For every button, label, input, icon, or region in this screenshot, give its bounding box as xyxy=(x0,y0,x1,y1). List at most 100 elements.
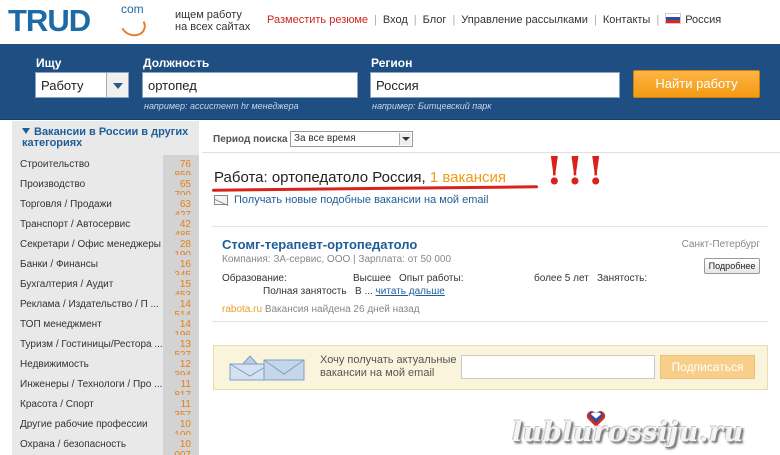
category-count: 12 394 xyxy=(163,355,199,381)
category-name[interactable]: Охрана / безопасность xyxy=(20,439,126,450)
category-count: 13 527 xyxy=(163,335,199,361)
nav-separator: | xyxy=(452,14,456,26)
exclamation-annotation: !!! xyxy=(546,148,609,193)
sidebar-title-text: Вакансии в России в других категориях xyxy=(22,126,189,149)
chevron-down-icon[interactable] xyxy=(106,73,128,97)
nav-mailing-management[interactable]: Управление рассылками xyxy=(461,14,588,26)
subscribe-similar-link[interactable]: Получать новые подобные вакансии на мой … xyxy=(234,194,488,206)
sidebar-title[interactable]: Вакансии в России в других категориях xyxy=(12,121,199,153)
period-select[interactable]: За все время xyxy=(290,131,413,147)
experience-value: более 5 лет xyxy=(534,273,589,284)
vacancy-source-row: rabota.ru Вакансия найдена 26 дней назад xyxy=(222,304,420,315)
sidebar-category-item[interactable]: Охрана / безопасность 10 007 xyxy=(12,435,199,455)
email-input[interactable] xyxy=(461,355,655,379)
watermark: lublurossiju.ru xyxy=(512,417,744,448)
region-hint: например: Битцевский парк xyxy=(372,101,492,111)
sidebar-category-item[interactable]: Туризм / Гостиницы/Рестора ...13 527 xyxy=(12,335,199,361)
subscribe-text-line-1: Хочу получать актуальные xyxy=(320,354,457,366)
chevron-down-icon[interactable] xyxy=(399,133,411,145)
sidebar-category-item[interactable]: Недвижимость 12 394 xyxy=(12,355,199,381)
tagline-line-2: на всех сайтах xyxy=(175,21,251,33)
nav-contacts[interactable]: Контакты xyxy=(603,14,651,26)
category-name[interactable]: Недвижимость xyxy=(20,359,89,370)
category-name[interactable]: Другие рабочие профессии xyxy=(20,419,148,430)
category-count: 10 007 xyxy=(163,435,199,455)
sidebar-category-item[interactable]: Реклама / Издательство / П ... 14 514 xyxy=(12,295,199,321)
category-count: 63 427 xyxy=(163,195,199,221)
period-label: Период поиска xyxy=(213,134,288,145)
what-label: Ищу xyxy=(36,56,62,70)
envelope-icon xyxy=(263,359,305,381)
category-name[interactable]: Транспорт / Автосервис xyxy=(20,219,130,230)
category-name[interactable]: Красота / Спорт xyxy=(20,399,94,410)
found-date: Вакансия найдена 26 дней назад xyxy=(264,304,420,315)
category-name[interactable]: Инженеры / Технологи / Про ... xyxy=(20,379,162,390)
sidebar-category-item[interactable]: Банки / Финансы 16 345 xyxy=(12,255,199,281)
category-name[interactable]: Производство xyxy=(20,179,85,190)
nav-separator: | xyxy=(656,14,660,26)
category-count: 28 190 xyxy=(163,235,199,261)
nav-separator: | xyxy=(413,14,417,26)
results-heading: Работа: ортопедатоло Россия, 1 вакансия xyxy=(214,169,506,186)
sidebar-category-item[interactable]: Другие рабочие профессии 10 100 xyxy=(12,415,199,441)
nav-post-resume[interactable]: Разместить резюме xyxy=(267,14,368,26)
position-hint: например: ассистент hr менеджера xyxy=(144,101,299,111)
sidebar-category-item[interactable]: Торговля / Продажи 63 427 xyxy=(12,195,199,221)
education-label: Образование: xyxy=(222,273,287,284)
category-name[interactable]: Торговля / Продажи xyxy=(20,199,112,210)
vacancy-city: Санкт-Петербург xyxy=(681,239,760,250)
region-input[interactable]: Россия xyxy=(370,72,620,98)
category-name[interactable]: Секретари / Офис менеджеры xyxy=(20,239,161,250)
nav-separator: | xyxy=(374,14,377,26)
results-query: ортопедатоло Россия, xyxy=(271,169,430,186)
results-prefix: Работа: xyxy=(214,169,272,186)
divider xyxy=(202,152,780,153)
details-button[interactable]: Подробнее xyxy=(704,258,760,274)
sidebar-category-item[interactable]: Секретари / Офис менеджеры28 190 xyxy=(12,235,199,261)
experience-label: Опыт работы: xyxy=(399,273,464,284)
position-input[interactable]: ортопед xyxy=(142,72,358,98)
category-name[interactable]: Банки / Финансы xyxy=(20,259,98,270)
category-name[interactable]: Реклама / Издательство / П ... xyxy=(20,299,159,310)
vacancy-card: Стомг-терапевт-ортопедатоло Санкт-Петерб… xyxy=(212,226,768,322)
triangle-down-icon xyxy=(22,128,30,134)
region-label: Регион xyxy=(371,56,413,70)
what-select[interactable]: Работу xyxy=(35,72,129,98)
subscribe-text-line-2: вакансии на мой email xyxy=(320,367,435,379)
category-name[interactable]: ТОП менеджмент xyxy=(20,319,102,330)
nav-login[interactable]: Вход xyxy=(383,14,408,26)
email-subscribe-box: Хочу получать актуальные вакансии на мой… xyxy=(213,345,768,390)
nav-blog[interactable]: Блог xyxy=(423,14,447,26)
sidebar-category-item[interactable]: Производство 65 700 xyxy=(12,175,199,201)
sidebar-category-item[interactable]: Бухгалтерия / Аудит 15 453 xyxy=(12,275,199,301)
vacancy-company-salary: Компания: ЗА-сервис, ООО | Зарплата: от … xyxy=(222,254,452,265)
sidebar-category-item[interactable]: Транспорт / Автосервис 42 485 xyxy=(12,215,199,241)
category-count: 11 357 xyxy=(163,395,199,421)
category-name[interactable]: Бухгалтерия / Аудит xyxy=(20,279,113,290)
sidebar-category-item[interactable]: Инженеры / Технологи / Про ...11 817 xyxy=(12,375,199,401)
category-count: 65 700 xyxy=(163,175,199,201)
category-name[interactable]: Строительство xyxy=(20,159,90,170)
find-job-button[interactable]: Найти работу xyxy=(633,70,760,98)
vacancy-title-link[interactable]: Стомг-терапевт-ортопедатоло xyxy=(222,237,417,252)
category-name[interactable]: Туризм / Гостиницы/Рестора ... xyxy=(20,339,163,350)
period-select-value: За все время xyxy=(294,133,356,144)
results-count: 1 вакансия xyxy=(429,169,506,186)
sidebar-category-item[interactable]: ТОП менеджмент 14 196 xyxy=(12,315,199,341)
russia-flag-icon xyxy=(665,13,682,24)
category-count: 42 485 xyxy=(163,215,199,241)
search-panel: Ищу Работу Должность ортопед например: а… xyxy=(0,44,780,120)
read-more-link[interactable]: читать дальше xyxy=(376,286,445,297)
category-sidebar: Вакансии в России в других категориях Ст… xyxy=(12,121,199,455)
category-count: 16 345 xyxy=(163,255,199,281)
vacancy-snippet: В ... читать дальше xyxy=(355,286,445,297)
logo-suffix: com xyxy=(121,2,144,16)
employment-value: Полная занятость xyxy=(263,286,347,297)
sidebar-category-item[interactable]: Красота / Спорт 11 357 xyxy=(12,395,199,421)
subscribe-button[interactable]: Подписаться xyxy=(660,355,755,379)
top-header: TRUD com ищем работу на всех сайтах Разм… xyxy=(0,0,780,44)
nav-region-russia[interactable]: Россия xyxy=(685,14,721,26)
source-link[interactable]: rabota.ru xyxy=(222,304,262,315)
sidebar-category-item[interactable]: Строительство 76 859 xyxy=(12,155,199,181)
nav-separator: | xyxy=(593,14,597,26)
